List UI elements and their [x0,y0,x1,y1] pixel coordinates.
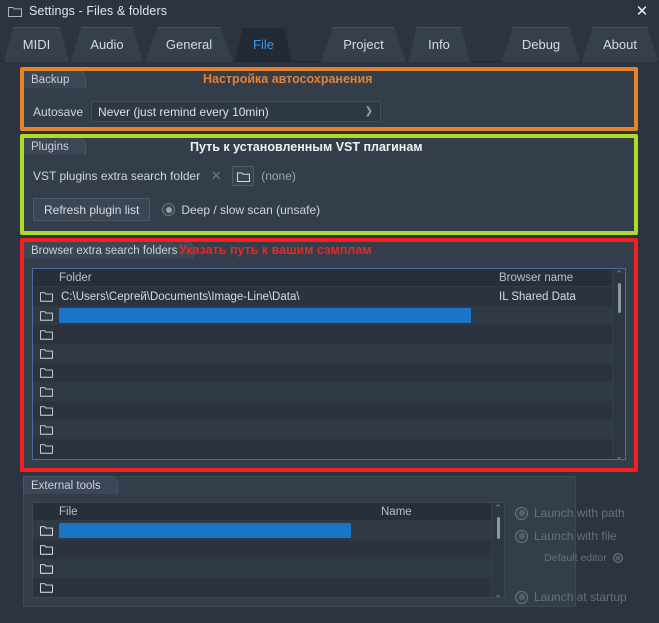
tab-file[interactable]: File [235,27,292,62]
external-col-file: File [59,505,78,518]
backup-group: Backup Autosave Never (just remind every… [23,70,635,128]
table-row[interactable] [33,521,504,540]
tab-bar: MIDI Audio General File Project Info Deb… [0,22,659,62]
tab-info[interactable]: Info [408,27,470,62]
plugins-group-label: Plugins [23,137,86,155]
table-row[interactable] [33,325,625,344]
folder-icon [33,348,59,359]
browser-col-folder: Folder [59,271,92,284]
deep-scan-option[interactable]: Deep / slow scan (unsafe) [162,203,320,217]
table-row[interactable] [33,306,625,325]
external-tools-options: Launch with path Launch with file Defaul… [515,506,627,604]
launch-with-path-radio[interactable] [515,506,528,520]
default-editor-label: Default editor [544,552,607,564]
folder-icon [8,7,22,17]
table-row[interactable] [33,382,625,401]
external-table-header: File Name [33,503,504,521]
browser-row-name: IL Shared Data [499,290,576,303]
plugins-group: Plugins VST plugins extra search folder … [23,137,635,232]
folder-icon [33,443,59,454]
refresh-plugin-list-button[interactable]: Refresh plugin list [33,198,151,221]
vst-folder-label: VST plugins extra search folder [33,169,201,183]
folder-icon [33,582,59,593]
launch-at-startup-radio[interactable] [515,590,528,604]
tab-general[interactable]: General [145,27,233,62]
default-editor-option[interactable]: Default editor [515,552,623,564]
table-row[interactable] [33,420,625,439]
close-icon[interactable]: ✕ [633,2,651,20]
launch-with-file-option[interactable]: Launch with file [515,529,627,543]
folder-icon [33,563,59,574]
deep-scan-label: Deep / slow scan (unsafe) [181,202,321,217]
window-title: Settings - Files & folders [29,4,168,18]
table-row[interactable] [33,439,625,458]
folder-icon [33,544,59,555]
table-row[interactable] [33,401,625,420]
folder-icon [33,310,59,321]
tab-project[interactable]: Project [321,27,406,62]
launch-at-startup-option[interactable]: Launch at startup [515,590,627,604]
browser-row-folder-selected[interactable] [59,308,471,323]
table-row[interactable]: C:\Users\Сергей\Documents\Image-Line\Dat… [33,287,625,306]
external-tools-table[interactable]: File Name ⌃ ⌄ [32,502,505,598]
external-tools-group-label: External tools [23,476,118,494]
settings-content: Backup Autosave Never (just remind every… [0,62,659,623]
vst-folder-value: (none) [261,169,296,183]
tab-about[interactable]: About [582,27,658,62]
table-row[interactable] [33,578,504,597]
launch-with-path-option[interactable]: Launch with path [515,506,627,520]
external-row-file-selected[interactable] [59,523,351,538]
autosave-row: Autosave Never (just remind every 10min)… [33,101,382,122]
scroll-up-icon[interactable]: ⌃ [494,503,502,513]
launch-with-file-label: Launch with file [534,529,617,543]
scroll-down-icon[interactable]: ⌄ [615,451,623,459]
browser-folders-table[interactable]: Folder Browser name C:\Users\Сергей\Docu… [32,268,626,460]
table-row[interactable] [33,344,625,363]
launch-at-startup-label: Launch at startup [534,590,627,604]
backup-group-label: Backup [23,70,87,88]
external-table-scrollbar[interactable]: ⌃ ⌄ [491,503,504,597]
title-bar: Settings - Files & folders ✕ [0,0,659,22]
folder-icon [33,329,59,340]
folder-icon [33,525,59,536]
scrollbar-thumb[interactable] [497,517,500,539]
scrollbar-thumb[interactable] [618,283,621,313]
autosave-value: Never (just remind every 10min) [98,104,269,119]
browse-folder-button[interactable] [232,166,255,186]
launch-with-path-label: Launch with path [534,506,625,520]
autosave-label: Autosave [33,104,84,119]
tab-midi[interactable]: MIDI [4,27,69,62]
browser-col-name: Browser name [499,271,574,284]
folder-icon [33,386,59,397]
default-editor-radio[interactable] [612,553,623,563]
browser-row-folder: C:\Users\Сергей\Documents\Image-Line\Dat… [61,290,300,303]
folder-icon [236,171,250,182]
scroll-down-icon[interactable]: ⌄ [494,589,502,597]
scroll-up-icon[interactable]: ⌃ [615,269,623,279]
table-row[interactable] [33,559,504,578]
folder-icon [33,405,59,416]
browser-folders-group-label: Browser extra search folders [23,241,195,259]
vst-folder-row: VST plugins extra search folder ✕ (none) [33,166,296,186]
folder-icon [33,367,59,378]
external-col-name: Name [381,505,412,518]
plugin-scan-row: Refresh plugin list Deep / slow scan (un… [33,198,320,221]
tab-audio[interactable]: Audio [71,27,143,62]
table-row[interactable] [33,363,625,382]
autosave-select[interactable]: Never (just remind every 10min) ❯ [91,101,382,122]
table-row[interactable] [33,540,504,559]
browser-table-scrollbar[interactable]: ⌃ ⌄ [612,269,625,459]
chevron-right-icon: ❯ [364,106,374,117]
deep-scan-radio[interactable] [162,203,176,216]
tab-debug[interactable]: Debug [502,27,580,62]
clear-icon[interactable]: ✕ [207,166,225,186]
browser-table-header: Folder Browser name [33,269,625,287]
folder-icon [33,424,59,435]
folder-icon [33,291,59,302]
launch-with-file-radio[interactable] [515,529,528,543]
